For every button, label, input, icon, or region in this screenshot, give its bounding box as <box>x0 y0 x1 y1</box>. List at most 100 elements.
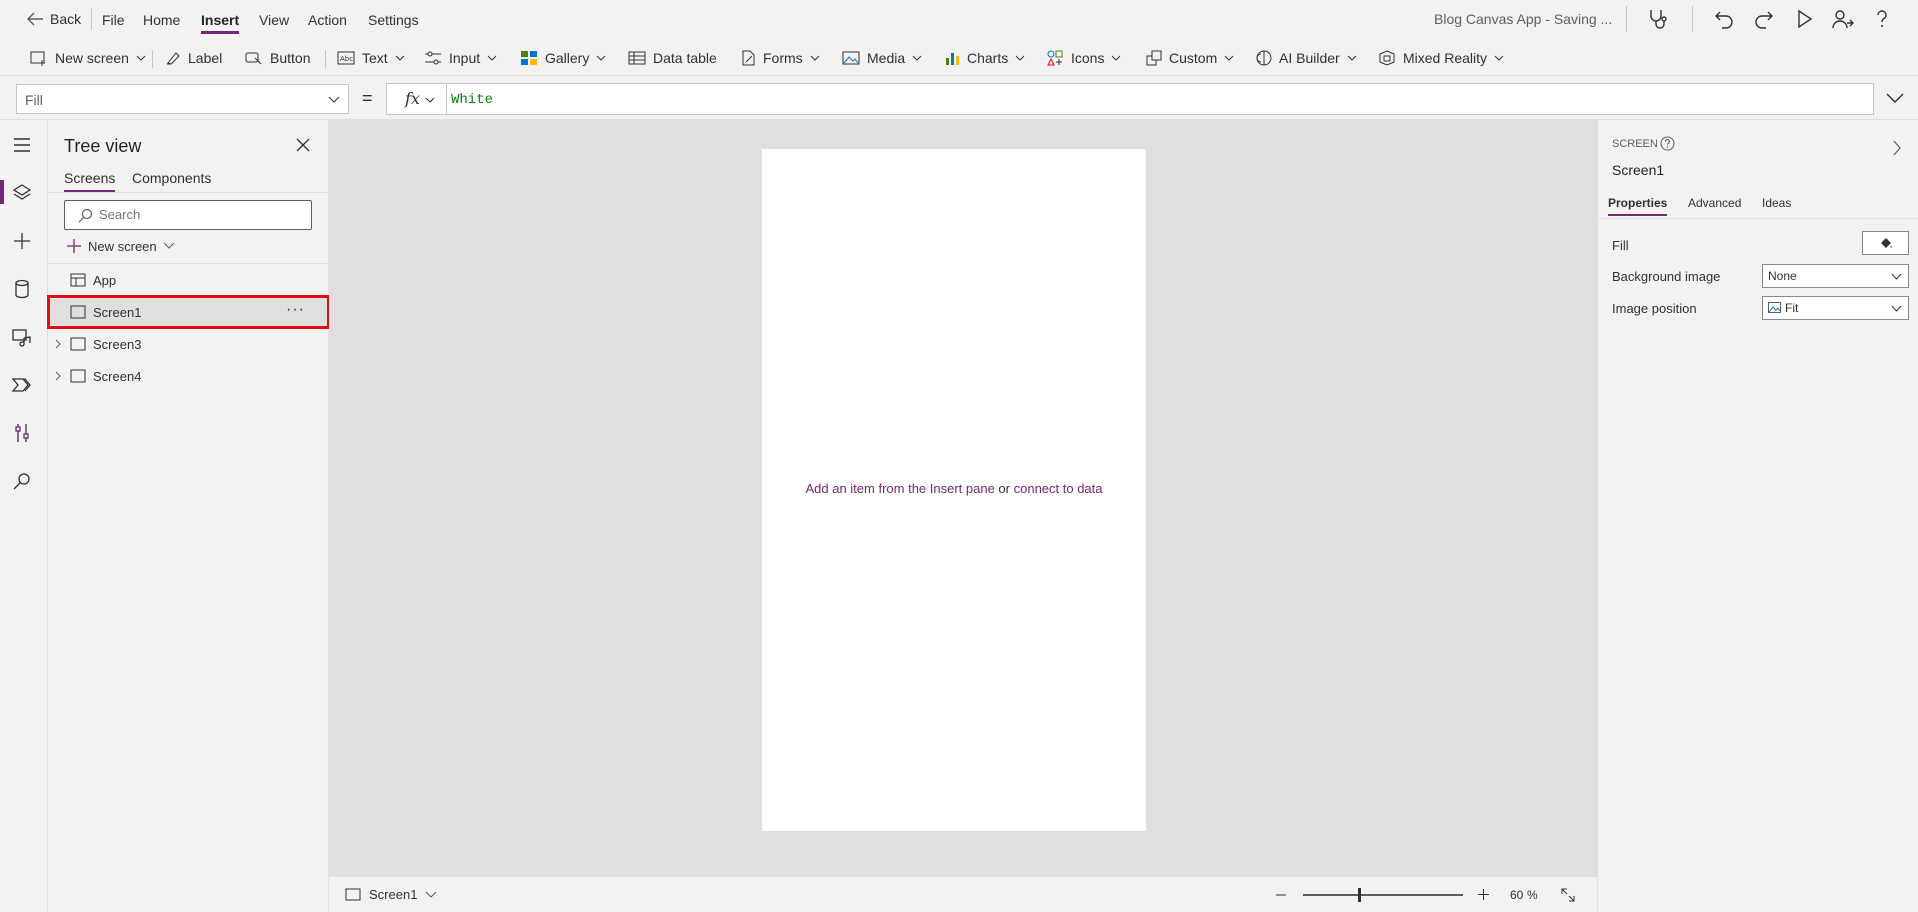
screen-icon <box>70 337 86 351</box>
image-position-label: Image position <box>1612 301 1697 316</box>
new-screen-button[interactable]: New screen <box>30 49 146 67</box>
forms-menu[interactable]: Forms <box>740 49 820 67</box>
data-table-button[interactable]: Data table <box>628 49 717 67</box>
zoom-slider[interactable] <box>1303 888 1463 902</box>
stethoscope-icon[interactable] <box>1646 7 1670 31</box>
ai-builder-menu[interactable]: AI Builder <box>1256 49 1357 67</box>
menu-insert[interactable]: Insert <box>201 12 240 34</box>
close-icon[interactable] <box>296 138 310 152</box>
top-menu-bar: Back File Home Insert View Action Settin… <box>0 0 1918 38</box>
zoom-in-icon[interactable] <box>1477 888 1490 901</box>
plus-icon <box>67 239 81 253</box>
menu-settings[interactable]: Settings <box>368 12 419 28</box>
icons-menu[interactable]: Icons <box>1046 49 1121 67</box>
app-screen-canvas[interactable]: Add an item from the Insert pane or conn… <box>762 149 1146 831</box>
menu-view[interactable]: View <box>259 12 289 28</box>
menu-action[interactable]: Action <box>308 12 347 28</box>
chevron-down-icon <box>1494 55 1504 61</box>
text-menu[interactable]: Abc Text <box>337 49 405 67</box>
image-position-dropdown[interactable]: Fit <box>1762 296 1909 320</box>
background-image-dropdown[interactable]: None <box>1762 264 1909 288</box>
back-button[interactable]: Back <box>26 11 81 27</box>
button-icon <box>245 52 262 65</box>
mixed-reality-menu[interactable]: Mixed Reality <box>1378 49 1504 67</box>
tab-advanced[interactable]: Advanced <box>1688 196 1741 210</box>
tab-components[interactable]: Components <box>132 170 211 186</box>
tab-properties[interactable]: Properties <box>1608 196 1668 216</box>
input-menu[interactable]: Input <box>424 49 497 67</box>
tree-item-screen1[interactable]: Screen1 ··· <box>47 295 330 329</box>
insert-pane-link[interactable]: Add an item from the Insert pane <box>805 481 994 496</box>
formula-input[interactable]: fx White <box>386 83 1874 115</box>
undo-icon[interactable] <box>1712 7 1736 31</box>
zoom-out-icon[interactable] <box>1275 889 1287 901</box>
fill-color-picker[interactable] <box>1862 231 1909 255</box>
play-icon[interactable] <box>1792 7 1816 31</box>
screen-selector[interactable]: Screen1 <box>345 887 437 902</box>
label-button[interactable]: Label <box>165 49 222 67</box>
tree-search-input[interactable] <box>99 207 299 222</box>
table-icon <box>628 51 646 65</box>
share-user-icon[interactable] <box>1830 7 1854 31</box>
screen-icon <box>70 305 86 319</box>
input-icon <box>425 51 441 65</box>
fit-to-window-icon[interactable] <box>1560 887 1576 903</box>
charts-menu[interactable]: Charts <box>944 49 1025 67</box>
mixed-reality-label: Mixed Reality <box>1403 50 1488 66</box>
menu-file[interactable]: File <box>102 12 125 28</box>
forms-label: Forms <box>763 50 803 66</box>
media-label: Media <box>867 50 906 66</box>
menu-home[interactable]: Home <box>143 12 180 28</box>
chevron-down-icon <box>597 55 606 61</box>
expand-formula-chevron-icon[interactable] <box>1886 92 1904 104</box>
divider <box>1626 6 1627 32</box>
more-options-icon[interactable]: ··· <box>286 301 305 319</box>
tab-screens[interactable]: Screens <box>64 170 116 192</box>
advanced-tools-icon[interactable] <box>10 421 34 445</box>
button-label: Button <box>270 50 311 66</box>
power-automate-icon[interactable] <box>10 373 34 397</box>
divider <box>48 192 329 193</box>
tree-item-label: Screen4 <box>93 369 142 384</box>
data-cylinder-icon[interactable] <box>10 277 34 301</box>
chevron-down-icon <box>1112 55 1121 61</box>
tree-item-screen4[interactable]: Screen4 <box>48 360 329 392</box>
help-icon[interactable] <box>1660 136 1675 151</box>
gallery-menu[interactable]: Gallery <box>520 49 606 67</box>
custom-menu[interactable]: Custom <box>1146 49 1234 67</box>
custom-label: Custom <box>1169 50 1218 66</box>
button-button[interactable]: Button <box>245 49 310 67</box>
hamburger-menu-icon[interactable] <box>10 133 34 157</box>
media-icon[interactable] <box>10 325 34 349</box>
connect-to-data-link[interactable]: connect to data <box>1014 481 1103 496</box>
fx-button[interactable]: fx <box>387 84 447 114</box>
arrow-left-icon <box>27 12 43 26</box>
control-name: Screen1 <box>1612 162 1665 178</box>
tree-item-screen3[interactable]: Screen3 <box>48 328 329 360</box>
tree-new-screen-button[interactable]: New screen <box>66 238 175 254</box>
new-screen-icon <box>30 51 45 66</box>
insert-plus-icon[interactable] <box>10 229 34 253</box>
app-status: Blog Canvas App - Saving ... <box>1434 11 1613 27</box>
tab-ideas[interactable]: Ideas <box>1762 196 1791 210</box>
left-rail <box>0 120 48 912</box>
fill-label: Fill <box>1612 238 1629 253</box>
chevron-right-icon[interactable] <box>54 371 62 381</box>
insert-ribbon: New screen Label Button Abc Text Input G… <box>0 40 1918 76</box>
collapse-panel-chevron-icon[interactable] <box>1892 140 1902 156</box>
property-dropdown[interactable]: Fill <box>16 84 349 114</box>
screen-icon <box>345 888 361 901</box>
formula-bar: Fill = fx White <box>0 78 1918 120</box>
tree-view-layers-icon[interactable] <box>10 181 34 205</box>
search-icon[interactable] <box>10 469 34 493</box>
media-menu[interactable]: Media <box>842 49 922 67</box>
chevron-down-icon <box>163 242 174 249</box>
ai-builder-label: AI Builder <box>1279 50 1340 66</box>
redo-icon[interactable] <box>1752 7 1776 31</box>
chevron-right-icon[interactable] <box>54 339 62 349</box>
zoom-slider-thumb[interactable] <box>1358 888 1361 902</box>
help-icon[interactable] <box>1870 7 1894 31</box>
tree-item-app[interactable]: App <box>48 264 329 296</box>
formula-value: White <box>451 92 494 108</box>
ai-builder-icon <box>1256 50 1272 66</box>
